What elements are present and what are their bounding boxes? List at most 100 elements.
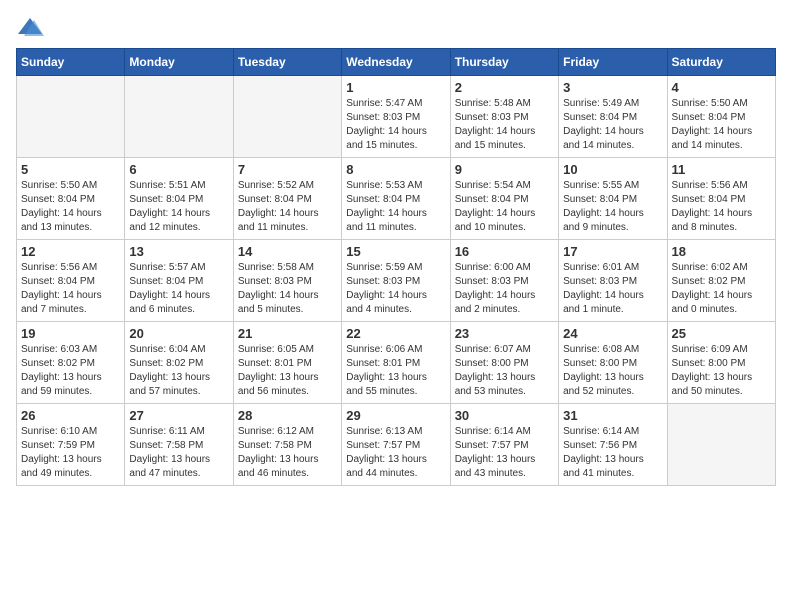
day-number: 29 xyxy=(346,408,445,423)
day-number: 13 xyxy=(129,244,228,259)
day-number: 7 xyxy=(238,162,337,177)
day-info: Sunrise: 6:14 AM Sunset: 7:57 PM Dayligh… xyxy=(455,425,554,481)
day-info: Sunrise: 5:57 AM Sunset: 8:04 PM Dayligh… xyxy=(129,261,228,317)
calendar-cell: 5 Sunrise: 5:50 AM Sunset: 8:04 PM Daylig… xyxy=(17,158,125,240)
day-info: Sunrise: 5:48 AM Sunset: 8:03 PM Dayligh… xyxy=(455,97,554,153)
calendar-cell: 22Sunrise: 6:06 AM Sunset: 8:01 PM Dayli… xyxy=(342,322,450,404)
calendar-cell: 26Sunrise: 6:10 AM Sunset: 7:59 PM Dayli… xyxy=(17,404,125,486)
calendar-cell: 14Sunrise: 5:58 AM Sunset: 8:03 PM Dayli… xyxy=(233,240,341,322)
day-number: 12 xyxy=(21,244,120,259)
logo-icon xyxy=(16,16,44,38)
day-number: 30 xyxy=(455,408,554,423)
day-info: Sunrise: 6:05 AM Sunset: 8:01 PM Dayligh… xyxy=(238,343,337,399)
day-number: 21 xyxy=(238,326,337,341)
day-number: 5 xyxy=(21,162,120,177)
week-row-5: 26Sunrise: 6:10 AM Sunset: 7:59 PM Dayli… xyxy=(17,404,776,486)
day-info: Sunrise: 5:50 AM Sunset: 8:04 PM Dayligh… xyxy=(21,179,120,235)
day-info: Sunrise: 5:52 AM Sunset: 8:04 PM Dayligh… xyxy=(238,179,337,235)
day-info: Sunrise: 6:01 AM Sunset: 8:03 PM Dayligh… xyxy=(563,261,662,317)
calendar-cell: 11Sunrise: 5:56 AM Sunset: 8:04 PM Dayli… xyxy=(667,158,775,240)
calendar-table: SundayMondayTuesdayWednesdayThursdayFrid… xyxy=(16,48,776,486)
calendar-cell: 8 Sunrise: 5:53 AM Sunset: 8:04 PM Daylig… xyxy=(342,158,450,240)
days-header-row: SundayMondayTuesdayWednesdayThursdayFrid… xyxy=(17,49,776,76)
day-info: Sunrise: 6:03 AM Sunset: 8:02 PM Dayligh… xyxy=(21,343,120,399)
week-row-4: 19 Sunrise: 6:03 AM Sunset: 8:02 PM Dayli… xyxy=(17,322,776,404)
day-info: Sunrise: 5:47 AM Sunset: 8:03 PM Dayligh… xyxy=(346,97,445,153)
calendar-cell: 3 Sunrise: 5:49 AM Sunset: 8:04 PM Daylig… xyxy=(559,76,667,158)
day-number: 18 xyxy=(672,244,771,259)
week-row-1: 1 Sunrise: 5:47 AM Sunset: 8:03 PM Daylig… xyxy=(17,76,776,158)
calendar-cell: 15 Sunrise: 5:59 AM Sunset: 8:03 PM Dayli… xyxy=(342,240,450,322)
day-number: 16 xyxy=(455,244,554,259)
day-number: 15 xyxy=(346,244,445,259)
day-number: 24 xyxy=(563,326,662,341)
day-number: 4 xyxy=(672,80,771,95)
calendar-cell: 10Sunrise: 5:55 AM Sunset: 8:04 PM Dayli… xyxy=(559,158,667,240)
calendar-cell xyxy=(667,404,775,486)
calendar-cell: 2 Sunrise: 5:48 AM Sunset: 8:03 PM Daylig… xyxy=(450,76,558,158)
day-info: Sunrise: 5:56 AM Sunset: 8:04 PM Dayligh… xyxy=(672,179,771,235)
calendar-cell: 24 Sunrise: 6:08 AM Sunset: 8:00 PM Dayli… xyxy=(559,322,667,404)
day-header-tuesday: Tuesday xyxy=(233,49,341,76)
day-number: 31 xyxy=(563,408,662,423)
day-number: 25 xyxy=(672,326,771,341)
calendar-cell: 9 Sunrise: 5:54 AM Sunset: 8:04 PM Daylig… xyxy=(450,158,558,240)
calendar-cell: 7 Sunrise: 5:52 AM Sunset: 8:04 PM Daylig… xyxy=(233,158,341,240)
day-number: 26 xyxy=(21,408,120,423)
day-info: Sunrise: 5:59 AM Sunset: 8:03 PM Dayligh… xyxy=(346,261,445,317)
day-header-sunday: Sunday xyxy=(17,49,125,76)
calendar-cell: 21 Sunrise: 6:05 AM Sunset: 8:01 PM Dayli… xyxy=(233,322,341,404)
calendar-cell xyxy=(17,76,125,158)
calendar-cell: 12 Sunrise: 5:56 AM Sunset: 8:04 PM Dayli… xyxy=(17,240,125,322)
calendar-cell: 16 Sunrise: 6:00 AM Sunset: 8:03 PM Dayli… xyxy=(450,240,558,322)
day-header-saturday: Saturday xyxy=(667,49,775,76)
day-header-thursday: Thursday xyxy=(450,49,558,76)
day-info: Sunrise: 5:56 AM Sunset: 8:04 PM Dayligh… xyxy=(21,261,120,317)
day-info: Sunrise: 6:00 AM Sunset: 8:03 PM Dayligh… xyxy=(455,261,554,317)
day-header-friday: Friday xyxy=(559,49,667,76)
day-header-wednesday: Wednesday xyxy=(342,49,450,76)
day-number: 14 xyxy=(238,244,337,259)
week-row-3: 12 Sunrise: 5:56 AM Sunset: 8:04 PM Dayli… xyxy=(17,240,776,322)
day-number: 8 xyxy=(346,162,445,177)
day-info: Sunrise: 6:13 AM Sunset: 7:57 PM Dayligh… xyxy=(346,425,445,481)
day-info: Sunrise: 6:08 AM Sunset: 8:00 PM Dayligh… xyxy=(563,343,662,399)
day-info: Sunrise: 5:51 AM Sunset: 8:04 PM Dayligh… xyxy=(129,179,228,235)
day-number: 10 xyxy=(563,162,662,177)
calendar-cell: 28Sunrise: 6:12 AM Sunset: 7:58 PM Dayli… xyxy=(233,404,341,486)
calendar-cell: 4 Sunrise: 5:50 AM Sunset: 8:04 PM Daylig… xyxy=(667,76,775,158)
day-info: Sunrise: 5:49 AM Sunset: 8:04 PM Dayligh… xyxy=(563,97,662,153)
day-info: Sunrise: 5:50 AM Sunset: 8:04 PM Dayligh… xyxy=(672,97,771,153)
calendar-cell xyxy=(233,76,341,158)
day-number: 20 xyxy=(129,326,228,341)
calendar-cell: 25 Sunrise: 6:09 AM Sunset: 8:00 PM Dayli… xyxy=(667,322,775,404)
calendar-cell: 27Sunrise: 6:11 AM Sunset: 7:58 PM Dayli… xyxy=(125,404,233,486)
day-number: 6 xyxy=(129,162,228,177)
day-number: 22 xyxy=(346,326,445,341)
day-number: 3 xyxy=(563,80,662,95)
calendar-cell: 6 Sunrise: 5:51 AM Sunset: 8:04 PM Daylig… xyxy=(125,158,233,240)
day-number: 9 xyxy=(455,162,554,177)
page-header xyxy=(16,16,776,38)
day-info: Sunrise: 6:04 AM Sunset: 8:02 PM Dayligh… xyxy=(129,343,228,399)
week-row-2: 5 Sunrise: 5:50 AM Sunset: 8:04 PM Daylig… xyxy=(17,158,776,240)
day-header-monday: Monday xyxy=(125,49,233,76)
day-info: Sunrise: 5:53 AM Sunset: 8:04 PM Dayligh… xyxy=(346,179,445,235)
day-number: 17 xyxy=(563,244,662,259)
calendar-cell xyxy=(125,76,233,158)
day-info: Sunrise: 6:12 AM Sunset: 7:58 PM Dayligh… xyxy=(238,425,337,481)
day-number: 2 xyxy=(455,80,554,95)
day-number: 23 xyxy=(455,326,554,341)
day-info: Sunrise: 6:02 AM Sunset: 8:02 PM Dayligh… xyxy=(672,261,771,317)
day-number: 27 xyxy=(129,408,228,423)
calendar-cell: 18 Sunrise: 6:02 AM Sunset: 8:02 PM Dayli… xyxy=(667,240,775,322)
calendar-cell: 29 Sunrise: 6:13 AM Sunset: 7:57 PM Dayli… xyxy=(342,404,450,486)
day-info: Sunrise: 5:54 AM Sunset: 8:04 PM Dayligh… xyxy=(455,179,554,235)
calendar-cell: 30 Sunrise: 6:14 AM Sunset: 7:57 PM Dayli… xyxy=(450,404,558,486)
day-number: 19 xyxy=(21,326,120,341)
day-number: 1 xyxy=(346,80,445,95)
calendar-cell: 17 Sunrise: 6:01 AM Sunset: 8:03 PM Dayli… xyxy=(559,240,667,322)
day-info: Sunrise: 6:07 AM Sunset: 8:00 PM Dayligh… xyxy=(455,343,554,399)
calendar-cell: 31Sunrise: 6:14 AM Sunset: 7:56 PM Dayli… xyxy=(559,404,667,486)
day-info: Sunrise: 6:09 AM Sunset: 8:00 PM Dayligh… xyxy=(672,343,771,399)
